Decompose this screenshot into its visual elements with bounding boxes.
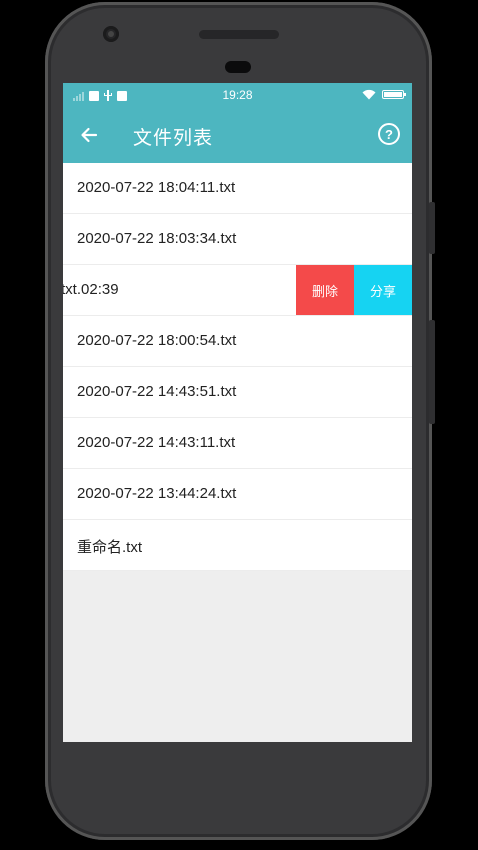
proximity-sensor: [225, 61, 251, 73]
front-camera: [103, 26, 119, 42]
file-name: 02:39.txt: [63, 281, 119, 298]
delete-button[interactable]: 删除: [296, 265, 354, 315]
file-list-item-swiped[interactable]: 02:39.txt 删除 分享: [63, 265, 412, 316]
file-list-item[interactable]: 2020-07-22 13:44:24.txt: [63, 469, 412, 520]
file-list-item[interactable]: 2020-07-22 14:43:51.txt: [63, 367, 412, 418]
screen: 19:28 文件列表 ? 2020-07-22 18:04:11.txt 202…: [63, 83, 412, 742]
status-icons-right: [362, 89, 406, 100]
file-list-item[interactable]: 2020-07-22 14:43:11.txt: [63, 418, 412, 469]
earpiece-speaker: [199, 30, 279, 39]
file-list-item[interactable]: 2020-07-22 18:03:34.txt: [63, 214, 412, 265]
back-button[interactable]: [73, 119, 105, 151]
help-circle-icon: ?: [385, 126, 393, 142]
help-button[interactable]: ?: [378, 123, 400, 145]
file-list-item[interactable]: 2020-07-22 18:00:54.txt: [63, 316, 412, 367]
file-name: 2020-07-22 13:44:24.txt: [77, 485, 237, 502]
file-name: 2020-07-22 14:43:51.txt: [77, 383, 237, 400]
arrow-left-icon: [81, 127, 98, 143]
file-name: 2020-07-22 18:04:11.txt: [77, 179, 236, 196]
file-name: 2020-07-22 18:00:54.txt: [77, 332, 237, 349]
status-bar: 19:28: [63, 83, 412, 107]
file-name: 2020-07-22 14:43:11.txt: [77, 434, 236, 451]
file-name: 2020-07-22 18:03:34.txt: [77, 230, 237, 247]
wifi-icon: [362, 89, 376, 100]
share-button[interactable]: 分享: [354, 265, 412, 315]
status-time: 19:28: [222, 88, 253, 102]
page-title: 文件列表: [133, 128, 214, 149]
battery-icon: [382, 90, 406, 99]
file-list: 2020-07-22 18:04:11.txt 2020-07-22 18:03…: [63, 163, 412, 571]
file-name: 重命名.txt: [77, 539, 143, 556]
volume-button: [429, 320, 435, 424]
side-button: [429, 202, 435, 254]
file-list-item[interactable]: 2020-07-22 18:04:11.txt: [63, 163, 412, 214]
app-toolbar: 文件列表 ?: [63, 107, 412, 163]
file-list-item[interactable]: 重命名.txt: [63, 520, 412, 571]
